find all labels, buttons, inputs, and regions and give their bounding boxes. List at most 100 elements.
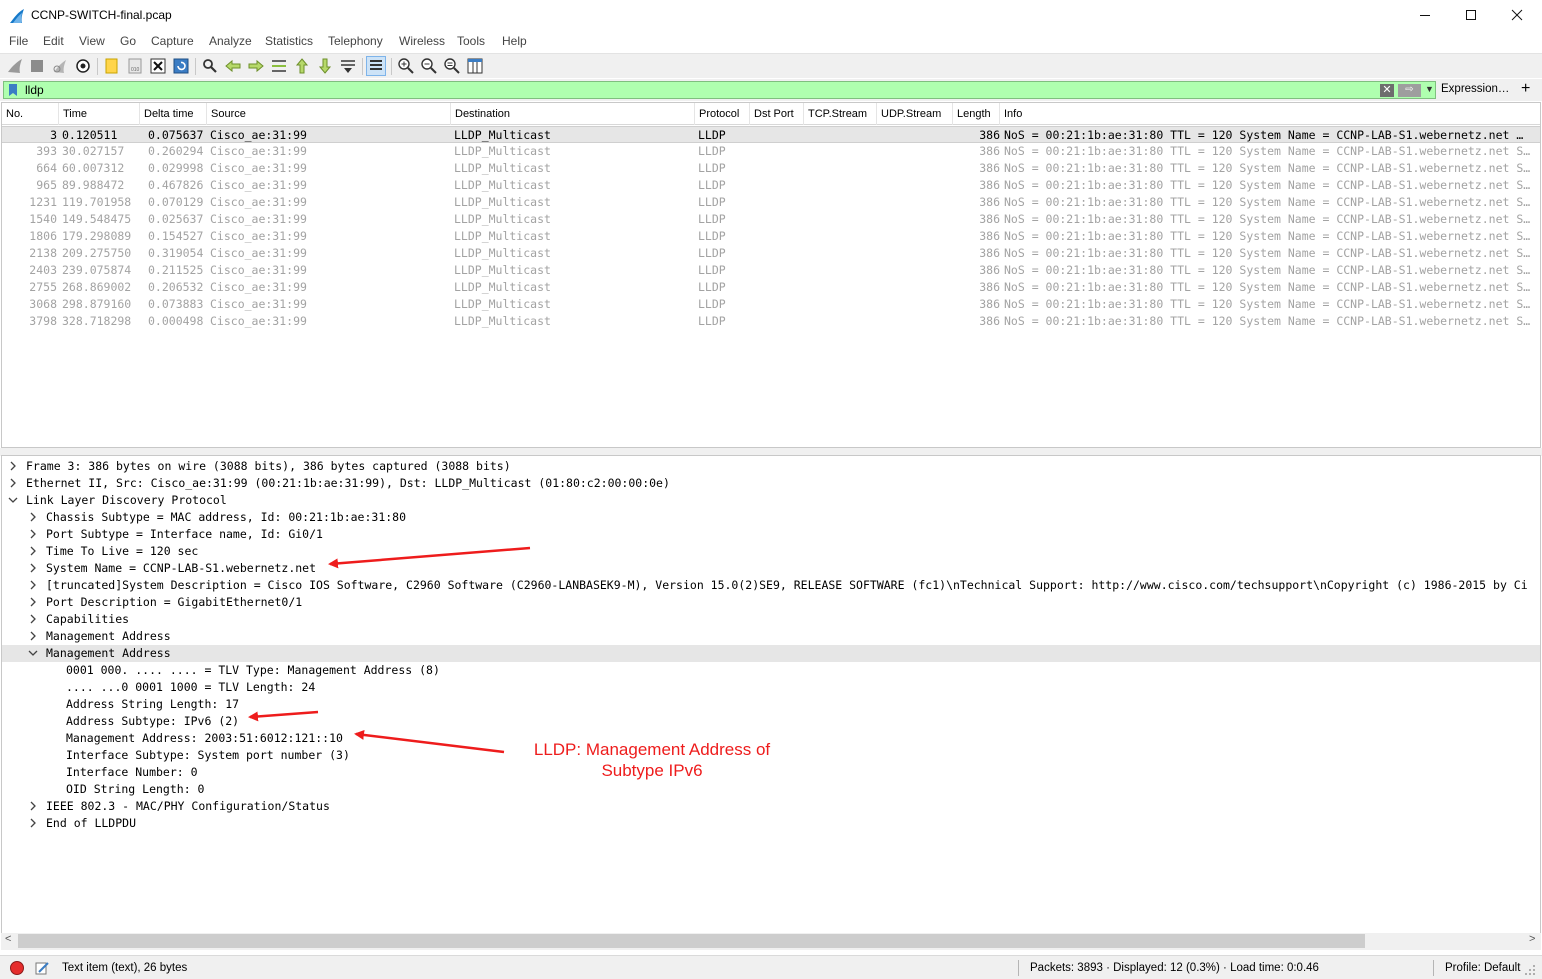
resize-grip-icon[interactable]: [1524, 964, 1536, 976]
stop-capture-icon[interactable]: [28, 57, 46, 75]
menu-telephony[interactable]: Telephony: [328, 34, 383, 48]
chevron-down-icon[interactable]: [28, 647, 38, 659]
first-packet-icon[interactable]: [293, 57, 311, 75]
tree-item[interactable]: Frame 3: 386 bytes on wire (3088 bits), …: [2, 458, 1540, 475]
column-header-udp-stream[interactable]: UDP.Stream: [877, 103, 953, 125]
tree-item[interactable]: 0001 000. .... .... = TLV Type: Manageme…: [2, 662, 1540, 679]
chevron-right-icon[interactable]: [8, 460, 18, 472]
tree-item[interactable]: Chassis Subtype = MAC address, Id: 00:21…: [2, 509, 1540, 526]
tree-item[interactable]: .... ...0 0001 1000 = TLV Length: 24: [2, 679, 1540, 696]
column-header-protocol[interactable]: Protocol: [695, 103, 750, 125]
go-back-icon[interactable]: [224, 57, 242, 75]
find-packet-icon[interactable]: [201, 57, 219, 75]
tree-item[interactable]: OID String Length: 0: [2, 781, 1540, 798]
chevron-right-icon[interactable]: [28, 562, 38, 574]
tree-item[interactable]: Time To Live = 120 sec: [2, 543, 1540, 560]
scroll-left-icon[interactable]: <: [5, 933, 11, 945]
tree-item[interactable]: Port Description = GigabitEthernet0/1: [2, 594, 1540, 611]
packet-row[interactable]: 393 30.027157 0.260294 Cisco_ae:31:99 LLDP_M…: [2, 143, 1540, 160]
menu-edit[interactable]: Edit: [43, 34, 64, 48]
packet-row[interactable]: 3068 298.879160 0.073883 Cisco_ae:31:99 LLDP…: [2, 296, 1540, 313]
last-packet-icon[interactable]: [316, 57, 334, 75]
column-header-time[interactable]: Time: [59, 103, 140, 125]
tree-item[interactable]: Ethernet II, Src: Cisco_ae:31:99 (00:21:…: [2, 475, 1540, 492]
menu-file[interactable]: File: [9, 34, 28, 48]
menu-capture[interactable]: Capture: [151, 34, 194, 48]
go-forward-icon[interactable]: [247, 57, 265, 75]
tree-item[interactable]: End of LLDPDU: [2, 815, 1540, 832]
horizontal-scrollbar[interactable]: < >: [1, 933, 1541, 950]
chevron-right-icon[interactable]: [28, 528, 38, 540]
capture-options-icon[interactable]: [74, 57, 92, 75]
tree-item[interactable]: System Name = CCNP-LAB-S1.webernetz.net: [2, 560, 1540, 577]
start-capture-icon[interactable]: [6, 57, 24, 75]
chevron-right-icon[interactable]: [28, 596, 38, 608]
column-header-destination[interactable]: Destination: [451, 103, 695, 125]
expression-button[interactable]: Expression…: [1441, 83, 1509, 95]
packet-row[interactable]: 1231 119.701958 0.070129 Cisco_ae:31:99 LLDP…: [2, 194, 1540, 211]
menu-statistics[interactable]: Statistics: [265, 34, 313, 48]
column-header-length[interactable]: Length: [953, 103, 1000, 125]
tree-item[interactable]: Capabilities: [2, 611, 1540, 628]
bookmark-icon[interactable]: [7, 83, 19, 97]
column-header-info[interactable]: Info: [1000, 103, 1540, 125]
chevron-right-icon[interactable]: [28, 613, 38, 625]
packet-row[interactable]: 1540 149.548475 0.025637 Cisco_ae:31:99 LLDP…: [2, 211, 1540, 228]
zoom-out-icon[interactable]: [420, 57, 438, 75]
scroll-right-icon[interactable]: >: [1529, 933, 1535, 945]
edit-comment-icon[interactable]: [34, 960, 50, 976]
clear-filter-icon[interactable]: ✕: [1380, 84, 1394, 97]
packet-row[interactable]: 2138 209.275750 0.319054 Cisco_ae:31:99 LLDP…: [2, 245, 1540, 262]
menu-help[interactable]: Help: [502, 34, 527, 48]
packet-row[interactable]: 3 0.120511 0.075637 Cisco_ae:31:99 LLDP_Mult…: [2, 126, 1540, 143]
packet-row[interactable]: 1806 179.298089 0.154527 Cisco_ae:31:99 LLDP…: [2, 228, 1540, 245]
chevron-right-icon[interactable]: [28, 511, 38, 523]
column-header-tcp-stream[interactable]: TCP.Stream: [804, 103, 877, 125]
chevron-right-icon[interactable]: [28, 579, 38, 591]
chevron-right-icon[interactable]: [28, 630, 38, 642]
tree-item[interactable]: Management Address: [2, 628, 1540, 645]
packet-row[interactable]: 664 60.007312 0.029998 Cisco_ae:31:99 LLDP_M…: [2, 160, 1540, 177]
minimize-button[interactable]: [1402, 0, 1448, 30]
column-header-dst-port[interactable]: Dst Port: [750, 103, 804, 125]
packet-row[interactable]: 3798 328.718298 0.000498 Cisco_ae:31:99 LLDP…: [2, 313, 1540, 330]
close-file-icon[interactable]: [149, 57, 167, 75]
filter-history-dropdown-icon[interactable]: ▼: [1425, 84, 1434, 94]
open-file-icon[interactable]: [103, 57, 121, 75]
reload-file-icon[interactable]: [172, 57, 190, 75]
status-profile[interactable]: Profile: Default: [1445, 962, 1520, 974]
menu-view[interactable]: View: [79, 34, 105, 48]
tree-item[interactable]: Link Layer Discovery Protocol: [2, 492, 1540, 509]
menu-tools[interactable]: Tools: [457, 34, 485, 48]
chevron-down-icon[interactable]: [8, 494, 18, 506]
menu-wireless[interactable]: Wireless: [399, 34, 445, 48]
tree-item[interactable]: Address String Length: 17: [2, 696, 1540, 713]
chevron-right-icon[interactable]: [28, 800, 38, 812]
close-button[interactable]: [1494, 0, 1540, 30]
apply-filter-icon[interactable]: ⇨: [1398, 84, 1421, 97]
packet-row[interactable]: 2403 239.075874 0.211525 Cisco_ae:31:99 LLDP…: [2, 262, 1540, 279]
tree-item[interactable]: [truncated]System Description = Cisco IO…: [2, 577, 1540, 594]
autoscroll-icon[interactable]: [339, 57, 357, 75]
scrollbar-thumb[interactable]: [18, 934, 1365, 948]
tree-item[interactable]: IEEE 802.3 - MAC/PHY Configuration/Statu…: [2, 798, 1540, 815]
add-filter-button[interactable]: +: [1521, 80, 1530, 98]
resize-columns-icon[interactable]: [466, 57, 484, 75]
display-filter-input[interactable]: lldp ✕ ⇨ ▼: [3, 81, 1436, 99]
restart-capture-icon[interactable]: [51, 57, 69, 75]
column-header-no[interactable]: No.: [2, 103, 59, 125]
normal-size-icon[interactable]: [443, 57, 461, 75]
column-header-delta-time[interactable]: Delta time: [140, 103, 207, 125]
chevron-right-icon[interactable]: [28, 817, 38, 829]
go-to-packet-icon[interactable]: [270, 57, 288, 75]
packet-row[interactable]: 965 89.988472 0.467826 Cisco_ae:31:99 LLDP_M…: [2, 177, 1540, 194]
column-header-source[interactable]: Source: [207, 103, 451, 125]
maximize-button[interactable]: [1448, 0, 1494, 30]
tree-item[interactable]: Port Subtype = Interface name, Id: Gi0/1: [2, 526, 1540, 543]
colorize-icon[interactable]: [366, 56, 386, 76]
expert-info-icon[interactable]: [10, 961, 24, 975]
chevron-right-icon[interactable]: [8, 477, 18, 489]
zoom-in-icon[interactable]: [397, 57, 415, 75]
save-file-icon[interactable]: 010: [126, 57, 144, 75]
menu-go[interactable]: Go: [120, 34, 136, 48]
